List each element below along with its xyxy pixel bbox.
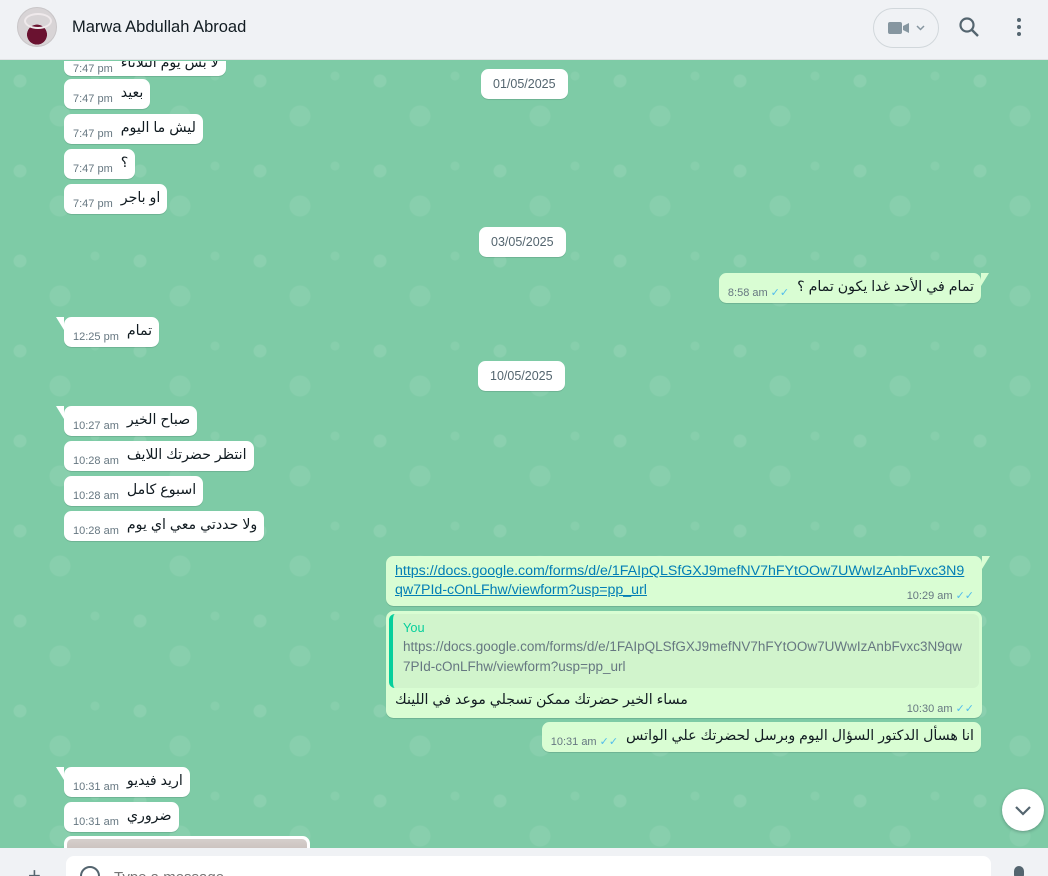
form-link[interactable]: https://docs.google.com/forms/d/e/1FAIpQ… xyxy=(395,562,969,600)
search-icon xyxy=(959,17,979,37)
message-text: لا بس يوم الثلاثاء xyxy=(120,61,219,71)
scroll-to-bottom-button[interactable] xyxy=(1002,789,1044,831)
message-incoming[interactable]: ضروري 10:31 am xyxy=(64,802,179,832)
message-time: 10:28 am xyxy=(73,490,119,502)
search-button[interactable] xyxy=(958,16,980,38)
quote-author: You xyxy=(403,620,425,635)
message-incoming[interactable]: او باجر 7:47 pm xyxy=(64,184,168,214)
video-camera-icon xyxy=(887,22,909,34)
message-text: اريد فيديو xyxy=(126,773,183,789)
message-outgoing-link[interactable]: https://docs.google.com/forms/d/e/1FAIpQ… xyxy=(386,556,990,606)
message-incoming[interactable]: صباح الخير 10:27 am xyxy=(55,406,198,436)
message-text: او باجر xyxy=(120,190,161,206)
message-outgoing-reply[interactable]: You https://docs.google.com/forms/d/e/1F… xyxy=(386,611,982,718)
message-time: 10:28 am xyxy=(73,455,119,467)
message-time: 10:29 am ✓✓ xyxy=(906,590,974,602)
menu-button[interactable] xyxy=(1008,16,1030,38)
message-input-box[interactable] xyxy=(66,856,991,876)
message-incoming[interactable]: ولا حددتي معي اي يوم 10:28 am xyxy=(64,511,265,541)
message-incoming[interactable]: ليش ما اليوم 7:47 pm xyxy=(64,114,203,144)
read-ticks-icon: ✓✓ xyxy=(955,590,974,602)
date-separator: 10/05/2025 xyxy=(478,361,565,391)
chat-header: Marwa Abdullah Abroad xyxy=(0,0,1048,60)
message-time: 10:30 am ✓✓ xyxy=(906,703,974,715)
message-time: 12:25 pm xyxy=(73,331,119,343)
message-time: 7:47 pm xyxy=(73,93,113,105)
message-text: مساء الخير حضرتك ممكن تسجلي موعد في اللي… xyxy=(395,692,688,708)
read-ticks-icon: ✓✓ xyxy=(599,736,619,748)
message-incoming[interactable]: تمام 12:25 pm xyxy=(55,317,160,347)
message-time: 7:47 pm xyxy=(73,63,113,75)
message-time: 7:47 pm xyxy=(73,198,113,210)
message-incoming[interactable]: اسبوع كامل 10:28 am xyxy=(64,476,204,506)
message-text: ليش ما اليوم xyxy=(120,120,196,136)
message-incoming[interactable]: انتظر حضرتك اللايف 10:28 am xyxy=(64,441,254,471)
message-time: 10:31 am xyxy=(73,781,119,793)
message-text: صباح الخير xyxy=(126,412,191,428)
message-time: 7:47 pm xyxy=(73,163,113,175)
date-separator: 01/05/2025 xyxy=(481,69,568,99)
attach-plus-icon[interactable]: + xyxy=(28,865,44,876)
message-text: ؟ xyxy=(120,155,129,171)
message-text: بعيد xyxy=(120,85,144,101)
video-call-button[interactable] xyxy=(873,8,939,48)
message-text: تمام xyxy=(126,323,153,339)
read-ticks-icon: ✓✓ xyxy=(955,703,974,715)
contact-avatar[interactable] xyxy=(17,7,57,47)
message-outgoing[interactable]: تمام في الأحد غدا يكون تمام ؟ 8:58 am ✓✓ xyxy=(718,273,990,303)
message-text: انا هسأل الدكتور السؤال اليوم وبرسل لحضر… xyxy=(626,728,974,744)
message-time: 10:27 am xyxy=(73,420,119,432)
read-ticks-icon: ✓✓ xyxy=(770,287,790,299)
message-text: انتظر حضرتك اللايف xyxy=(126,447,247,463)
chat-pane[interactable]: لا بس يوم الثلاثاء 7:47 pm 01/05/2025 بعي… xyxy=(0,61,1048,848)
composer-bar: + xyxy=(0,848,1048,876)
message-text: ضروري xyxy=(126,808,172,824)
microphone-icon[interactable] xyxy=(1014,866,1024,876)
quote-text: https://docs.google.com/forms/d/e/1FAIpQ… xyxy=(403,639,962,674)
message-time: 10:28 am xyxy=(73,525,119,537)
message-time: 10:31 am ✓✓ xyxy=(550,736,619,748)
contact-name[interactable]: Marwa Abdullah Abroad xyxy=(72,18,246,37)
message-incoming[interactable]: ؟ 7:47 pm xyxy=(64,149,136,179)
message-outgoing[interactable]: انا هسأل الدكتور السؤال اليوم وبرسل لحضر… xyxy=(541,722,981,752)
message-text: تمام في الأحد غدا يكون تمام ؟ xyxy=(797,279,974,295)
image-thumbnail xyxy=(67,839,307,848)
quoted-message[interactable]: You https://docs.google.com/forms/d/e/1F… xyxy=(389,614,979,688)
message-time: 10:31 am xyxy=(73,816,119,828)
emoji-icon[interactable] xyxy=(80,866,100,876)
message-incoming[interactable]: بعيد 7:47 pm xyxy=(64,79,151,109)
message-incoming[interactable]: اريد فيديو 10:31 am xyxy=(56,767,190,797)
chevron-down-icon xyxy=(1015,805,1031,816)
chevron-down-icon xyxy=(915,25,925,31)
date-separator: 03/05/2025 xyxy=(479,227,566,257)
message-text: ولا حددتي معي اي يوم xyxy=(126,517,258,533)
message-text: اسبوع كامل xyxy=(126,482,197,498)
message-time: 7:47 pm xyxy=(73,128,113,140)
media-message[interactable] xyxy=(64,836,310,848)
message-incoming[interactable]: لا بس يوم الثلاثاء 7:47 pm xyxy=(64,61,226,76)
message-input[interactable] xyxy=(114,866,964,876)
more-vertical-icon xyxy=(1017,18,1021,36)
message-time: 8:58 am ✓✓ xyxy=(727,287,790,299)
